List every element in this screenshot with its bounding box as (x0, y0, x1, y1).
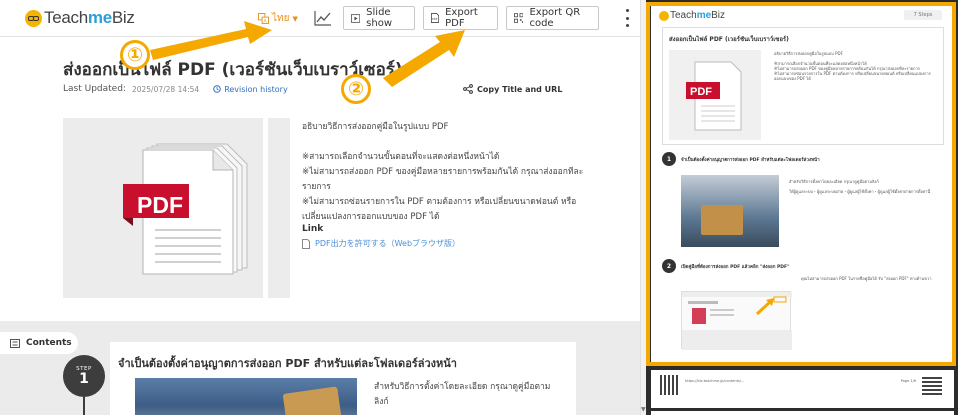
top-toolbar: TeachmeBiz A ไทย ▼ Slide show PDF Export… (0, 0, 640, 37)
preview-step-1-badge: 1 (662, 152, 676, 166)
copy-title-url-button[interactable]: Copy Title and URL (463, 84, 562, 94)
step-connector (83, 397, 85, 415)
chevron-down-icon: ▼ (292, 14, 298, 23)
preview-title: ส่งออกเป็นไฟล์ PDF (เวอร์ชันเว็บเบราว์เซ… (669, 36, 789, 43)
slideshow-button[interactable]: Slide show (343, 6, 415, 30)
preview-pdf-thumbnail: PDF (669, 50, 761, 140)
description-line: อธิบายวิธีการส่งออกคู่มือในรูปแบบ PDF (302, 122, 449, 132)
last-updated-row: Last Updated: 2025/07/28 14:54 Revision … (63, 84, 288, 94)
copy-title-url-label: Copy Title and URL (477, 84, 563, 94)
more-options-icon[interactable] (623, 9, 631, 27)
description-line: ※สามารถเลือกจำนวนขั้นตอนที่จะแสดงต่อหนึ่… (302, 152, 500, 162)
step-number: 1 (79, 371, 89, 387)
step-1-card: จำเป็นต้องตั้งค่าอนุญาตการส่งออก PDF สำห… (110, 342, 576, 415)
revision-history-link[interactable]: Revision history (213, 85, 288, 94)
step-1-image (135, 378, 357, 415)
thumbnail-divider (268, 118, 290, 298)
preview-step-2-screenshot (681, 291, 792, 350)
analytics-button[interactable] (312, 7, 334, 29)
revision-history-label: Revision history (224, 84, 288, 94)
annotation-number-1: ① (120, 40, 150, 70)
related-manual-link-text: PDF出力を許可する（Webブラウザ版） (315, 239, 461, 248)
preview-step-1-text: สำหรับวิธีการตั้งค่าโดยละเอียด กรุณาดูคู… (789, 179, 931, 194)
export-pdf-button[interactable]: PDF Export PDF (423, 6, 498, 30)
preview-step-2-text: คุณไม่สามารถส่งออก PDF ในรายชื่อคู่มือได… (801, 276, 932, 281)
preview-qr-code-right-icon (922, 375, 942, 395)
description-line: ※ไม่สามารถส่งออก PDF ของคู่มือหลายรายการ… (302, 167, 584, 192)
play-icon (351, 13, 361, 23)
preview-logo-text: TeachmeBiz (670, 10, 726, 21)
preview-screenshot-graphic (682, 292, 792, 350)
slideshow-label: Slide show (366, 7, 393, 29)
export-pdf-label: Export PDF (445, 7, 478, 29)
contents-button[interactable]: Contents (0, 332, 78, 354)
manual-description: อธิบายวิธีการส่งออกคู่มือในรูปแบบ PDF ※ส… (302, 120, 587, 225)
preview-step-1-image (681, 175, 779, 247)
preview-footer: https://biz.teachme.jp/contents/... Page… (651, 370, 954, 408)
preview-summary-text: อธิบายวิธีการส่งออกคู่มือในรูปแบบ PDF ※ส… (774, 51, 931, 81)
translate-icon: A (258, 13, 269, 24)
svg-text:PDF: PDF (432, 17, 438, 21)
list-icon (10, 338, 20, 348)
export-qr-button[interactable]: Export QR code (506, 6, 599, 30)
pdf-preview-page: TeachmeBiz 7 Steps ส่งออกเป็นไฟล์ PDF (เ… (651, 4, 954, 364)
svg-text:PDF: PDF (690, 86, 712, 98)
last-updated-label: Last Updated: (63, 84, 126, 94)
preview-step-2-badge: 2 (662, 259, 676, 273)
preview-logo-face-icon (659, 10, 669, 21)
pdf-preview-next-page (651, 411, 954, 415)
link-heading: Link (302, 224, 324, 234)
step-1-description: สำหรับวิธีการตั้งค่าโดยละเอียด กรุณาดูคู… (374, 382, 551, 407)
line-chart-icon (314, 11, 331, 26)
related-manual-link[interactable]: PDF出力を許可する（Webブラウザ版） (302, 238, 460, 249)
preview-logo: TeachmeBiz (659, 10, 725, 21)
preview-qr-code-icon (660, 375, 680, 395)
export-qr-label: Export QR code (529, 7, 581, 29)
language-label: ไทย (272, 13, 290, 24)
logo-face-icon (25, 9, 42, 27)
description-line: ※ไม่สามารถซ่อนรายการใน PDF ตามต้องการ หร… (302, 197, 577, 222)
scroll-down-icon[interactable]: ▼ (641, 406, 646, 413)
pdf-image-text: PDF (137, 192, 183, 218)
document-icon (302, 238, 310, 249)
manual-content: ส่งออกเป็นไฟล์ PDF (เวอร์ชันเว็บเบราว์เซ… (0, 38, 640, 415)
manual-thumbnail: PDF (63, 118, 263, 298)
pdf-file-icon: PDF (431, 13, 440, 23)
preview-step-count: 7 Steps (904, 10, 942, 20)
preview-pdf-icon: PDF (686, 61, 742, 131)
clock-icon (213, 85, 221, 93)
preview-footer-page: Page 1/6 (900, 379, 916, 383)
language-selector[interactable]: A ไทย ▼ (258, 11, 298, 26)
logo-text: TeachmeBiz (44, 8, 135, 27)
pdf-preview-panel: TeachmeBiz 7 Steps ส่งออกเป็นไฟล์ PDF (เ… (646, 0, 958, 415)
qr-code-icon (514, 13, 524, 23)
preview-step-1-title: จำเป็นต้องตั้งค่าอนุญาตการส่งออก PDF สำห… (681, 158, 820, 163)
teachme-biz-logo[interactable]: TeachmeBiz (25, 8, 135, 28)
step-1-title: จำเป็นต้องตั้งค่าอนุญาตการส่งออก PDF สำห… (118, 357, 457, 370)
share-icon (463, 84, 473, 94)
last-updated-date: 2025/07/28 14:54 (131, 84, 200, 94)
annotation-number-2: ② (341, 74, 371, 104)
step-1-badge: STEP 1 (63, 355, 105, 397)
preview-step-2-title: เปิดคู่มือที่ต้องการส่งออก PDF แล้วคลิก … (681, 265, 790, 270)
preview-footer-url: https://biz.teachme.jp/contents/... (685, 379, 745, 383)
contents-label: Contents (26, 338, 72, 348)
